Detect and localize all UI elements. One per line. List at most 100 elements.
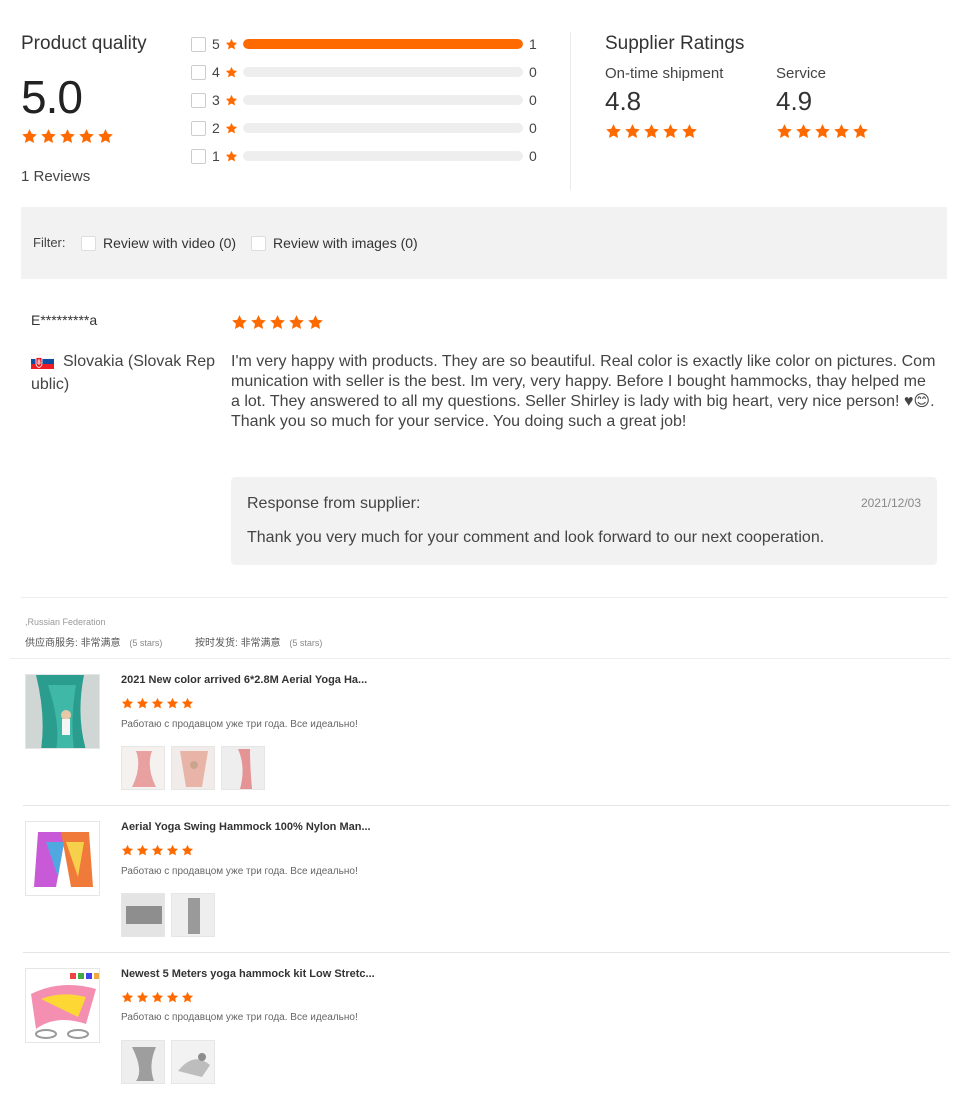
product-quality-score: 5.0 [21, 71, 83, 123]
divider [10, 658, 950, 659]
review-photo[interactable] [121, 1040, 165, 1084]
shipping-meta: 按时发货: 非常满意 (5 stars) [195, 634, 322, 649]
product-thumbnail[interactable] [25, 821, 100, 896]
review-photo[interactable] [171, 893, 215, 937]
rating-row-3[interactable]: 30 [191, 91, 537, 109]
supplier-response-box [231, 477, 937, 565]
product-thumbnail[interactable] [25, 674, 100, 749]
star-icon [166, 991, 179, 1004]
star-icon [59, 128, 76, 145]
star-icon [288, 314, 305, 331]
star-icon [121, 697, 134, 710]
product-thumbnail[interactable] [25, 968, 100, 1043]
star-icon [40, 128, 57, 145]
review-photo[interactable] [171, 746, 215, 790]
rating-filter-checkbox[interactable] [191, 64, 206, 80]
supplier-response-date: 2021/12/03 [860, 496, 921, 510]
star-icon [136, 991, 149, 1004]
reviewer-country: Slovakia (Slovak Republic) [31, 353, 216, 393]
review-photo[interactable] [121, 746, 165, 790]
star-icon [166, 844, 179, 857]
service-value: 4.9 [776, 86, 813, 116]
rating-row-label: 1 [212, 148, 220, 164]
star-icon [231, 314, 248, 331]
filter-video-checkbox[interactable] [81, 236, 96, 251]
rating-row-label: 3 [212, 92, 220, 108]
product-title[interactable]: Newest 5 Meters yoga hammock kit Low Str… [121, 968, 375, 980]
rating-row-4[interactable]: 40 [191, 63, 537, 81]
secondary-country: ,Russian Federation [25, 617, 106, 627]
star-icon [833, 123, 850, 140]
review-photo[interactable] [171, 1040, 215, 1084]
rating-row-count: 0 [529, 120, 537, 136]
product-quality-stars [21, 128, 114, 145]
rating-bar [243, 39, 523, 49]
rating-row-5[interactable]: 51 [191, 35, 537, 53]
star-icon [776, 123, 793, 140]
rating-row-count: 0 [529, 64, 537, 80]
divider [21, 597, 948, 598]
rating-bar [243, 123, 523, 133]
star-icon [225, 66, 238, 79]
star-icon [181, 844, 194, 857]
rating-row-count: 1 [529, 36, 537, 52]
supplier-ratings-title: Supplier Ratings [605, 33, 745, 54]
star-icon [225, 122, 238, 135]
shipping-meta-value: 非常满意 [240, 638, 281, 649]
review-photo[interactable] [121, 893, 165, 937]
star-icon [121, 844, 134, 857]
product-stars [121, 697, 194, 710]
rating-bar-fill [243, 39, 523, 49]
divider [23, 805, 950, 806]
rating-filter-checkbox[interactable] [191, 92, 206, 108]
star-icon [181, 697, 194, 710]
review-text: I'm very happy with products. They are s… [231, 353, 936, 430]
star-icon [643, 123, 660, 140]
supplier-service-meta: 供应商服务: 非常满意 (5 stars) [25, 634, 162, 649]
on-time-shipment-label: On-time shipment [605, 65, 724, 82]
divider [570, 32, 571, 190]
star-icon [225, 150, 238, 163]
star-icon [136, 697, 149, 710]
star-icon [225, 38, 238, 51]
product-comment: Работаю с продавцом уже три года. Все ид… [121, 866, 358, 877]
shipping-meta-label: 按时发货: [195, 638, 238, 649]
star-icon [121, 991, 134, 1004]
product-stars [121, 844, 194, 857]
filter-images-label[interactable]: Review with images (0) [273, 235, 418, 251]
service-meta-value: 非常满意 [80, 638, 121, 649]
rating-filter-checkbox[interactable] [191, 120, 206, 136]
filter-images-checkbox[interactable] [251, 236, 266, 251]
product-title[interactable]: 2021 New color arrived 6*2.8M Aerial Yog… [121, 674, 367, 686]
star-icon [605, 123, 622, 140]
star-icon [97, 128, 114, 145]
rating-filter-checkbox[interactable] [191, 36, 206, 52]
product-stars [121, 991, 194, 1004]
slovakia-flag-icon [30, 353, 55, 369]
review-stars [231, 314, 324, 331]
star-icon [624, 123, 641, 140]
star-icon [681, 123, 698, 140]
filter-video-label[interactable]: Review with video (0) [103, 235, 236, 251]
product-quality-title: Product quality [21, 33, 147, 54]
star-icon [151, 991, 164, 1004]
on-time-shipment-stars [605, 123, 698, 140]
review-photo[interactable] [221, 746, 265, 790]
rating-row-label: 5 [212, 36, 220, 52]
star-icon [662, 123, 679, 140]
rating-row-2[interactable]: 20 [191, 119, 537, 137]
supplier-response-title: Response from supplier: [247, 495, 421, 512]
rating-filter-checkbox[interactable] [191, 148, 206, 164]
reviewer-name: E*********a [31, 312, 98, 328]
product-title[interactable]: Aerial Yoga Swing Hammock 100% Nylon Man… [121, 821, 371, 833]
star-icon [151, 844, 164, 857]
star-icon [795, 123, 812, 140]
rating-row-count: 0 [529, 148, 537, 164]
service-meta-label: 供应商服务: [25, 638, 78, 649]
star-icon [166, 697, 179, 710]
service-stars [776, 123, 869, 140]
star-icon [307, 314, 324, 331]
rating-row-1[interactable]: 10 [191, 147, 537, 165]
star-icon [269, 314, 286, 331]
star-icon [21, 128, 38, 145]
